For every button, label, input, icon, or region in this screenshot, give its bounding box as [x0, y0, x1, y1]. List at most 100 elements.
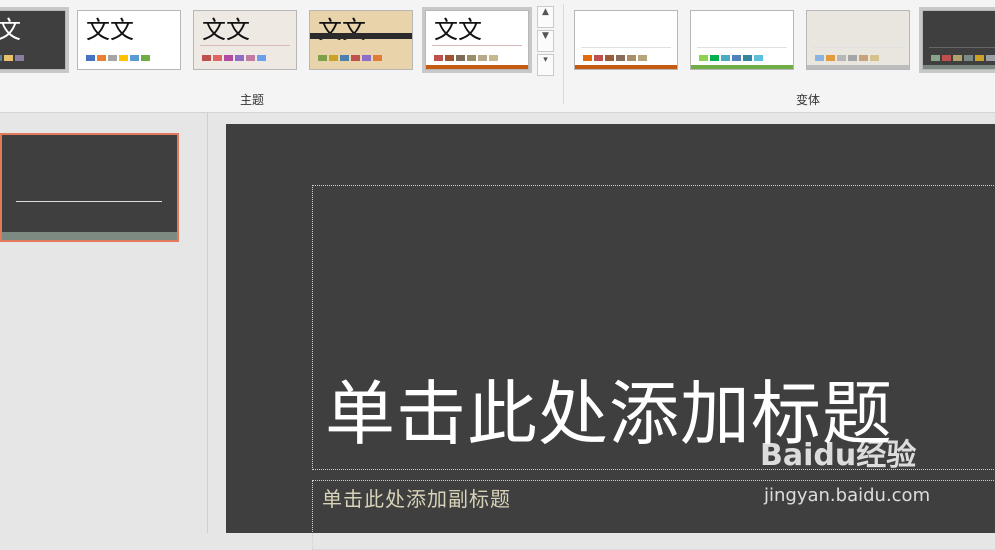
color-swatch [627, 55, 636, 61]
slide-thumbnail-1[interactable] [0, 133, 179, 242]
color-swatch [257, 55, 266, 61]
color-swatch [15, 55, 24, 61]
color-swatch [975, 55, 984, 61]
color-swatch [130, 55, 139, 61]
variant-title-line [813, 47, 903, 48]
theme-accent-band [310, 33, 412, 39]
theme-sample-text: 文 [0, 15, 21, 45]
theme-thumbnail[interactable]: 文文 [422, 7, 532, 73]
variant-accent-bar [807, 65, 909, 69]
title-placeholder[interactable]: 单击此处添加标题 [312, 185, 995, 470]
color-swatch [594, 55, 603, 61]
color-swatch [445, 55, 454, 61]
color-swatch [964, 55, 973, 61]
variant-title-line [581, 47, 671, 48]
baidu-watermark: Baidu经验 jingyan.baidu.com [760, 430, 930, 506]
color-swatch [583, 55, 592, 61]
color-swatch [710, 55, 719, 61]
gallery-more-button[interactable]: ▾ [537, 54, 554, 76]
theme-thumbnail[interactable]: 文 [0, 7, 69, 73]
watermark-url: jingyan.baidu.com [764, 485, 931, 506]
color-swatch [202, 55, 211, 61]
theme-sample-text: 文文 [202, 16, 250, 44]
color-swatches [0, 55, 24, 61]
variant-accent-bar [923, 65, 995, 69]
color-swatch [837, 55, 846, 61]
color-swatch [86, 55, 95, 61]
color-swatches [318, 55, 382, 61]
color-swatches [815, 55, 879, 61]
theme-accent-line [432, 45, 522, 46]
color-swatch [826, 55, 835, 61]
color-swatch [213, 55, 222, 61]
gallery-scroll-up[interactable]: ▲ [537, 6, 554, 28]
theme-sample-text: 文文 [318, 16, 366, 44]
color-swatch [721, 55, 730, 61]
color-swatch [478, 55, 487, 61]
color-swatch [329, 55, 338, 61]
themes-group-label: 主题 [240, 93, 265, 107]
color-swatch [489, 55, 498, 61]
color-swatches [931, 55, 995, 61]
color-swatch [235, 55, 244, 61]
color-swatch [108, 55, 117, 61]
variant-title-line [929, 47, 995, 48]
color-swatch [986, 55, 995, 61]
variant-title-line [697, 47, 787, 48]
color-swatch [859, 55, 868, 61]
color-swatch [931, 55, 940, 61]
color-swatch [119, 55, 128, 61]
subtitle-placeholder-text: 单击此处添加副标题 [322, 487, 511, 511]
color-swatch [434, 55, 443, 61]
variant-thumbnail[interactable] [919, 7, 995, 73]
variants-group-label: 变体 [796, 93, 821, 107]
color-swatch [141, 55, 150, 61]
design-ribbon: 文文文文文文文文文 ▲ ▼ ▾ 主题 变体 [0, 0, 995, 113]
color-swatch [732, 55, 741, 61]
color-swatches [583, 55, 647, 61]
color-swatches [202, 55, 266, 61]
theme-thumbnail[interactable]: 文文 [193, 10, 297, 70]
theme-accent-line [200, 45, 290, 46]
color-swatch [953, 55, 962, 61]
color-swatch [848, 55, 857, 61]
theme-sample-text: 文文 [434, 16, 482, 44]
color-swatch [4, 55, 13, 61]
color-swatch [224, 55, 233, 61]
theme-thumbnail[interactable]: 文文 [309, 10, 413, 70]
theme-thumbnail[interactable]: 文文 [77, 10, 181, 70]
theme-sample-text: 文文 [86, 16, 134, 44]
color-swatch [0, 55, 2, 61]
color-swatch [97, 55, 106, 61]
variant-accent-bar [691, 65, 793, 69]
color-swatch [351, 55, 360, 61]
variant-accent-bar [575, 65, 677, 69]
watermark-brand: Baidu经验 [760, 438, 917, 473]
gallery-scroll-down[interactable]: ▼ [537, 30, 554, 52]
color-swatch [605, 55, 614, 61]
color-swatch [616, 55, 625, 61]
variant-thumbnail[interactable] [574, 10, 678, 70]
color-swatches [86, 55, 150, 61]
group-divider [563, 4, 564, 104]
color-swatch [318, 55, 327, 61]
color-swatch [942, 55, 951, 61]
thumbnail-accent-strip [2, 232, 177, 240]
color-swatches [699, 55, 763, 61]
color-swatch [870, 55, 879, 61]
color-swatch [699, 55, 708, 61]
color-swatch [456, 55, 465, 61]
color-swatch [246, 55, 255, 61]
color-swatch [467, 55, 476, 61]
variant-thumbnail[interactable] [690, 10, 794, 70]
color-swatch [815, 55, 824, 61]
variant-thumbnail[interactable] [806, 10, 910, 70]
color-swatch [362, 55, 371, 61]
color-swatch [373, 55, 382, 61]
color-swatch [754, 55, 763, 61]
theme-accent-bar [426, 65, 528, 69]
color-swatch [340, 55, 349, 61]
thumbnail-title-line [16, 201, 162, 202]
color-swatch [638, 55, 647, 61]
color-swatches [434, 55, 498, 61]
